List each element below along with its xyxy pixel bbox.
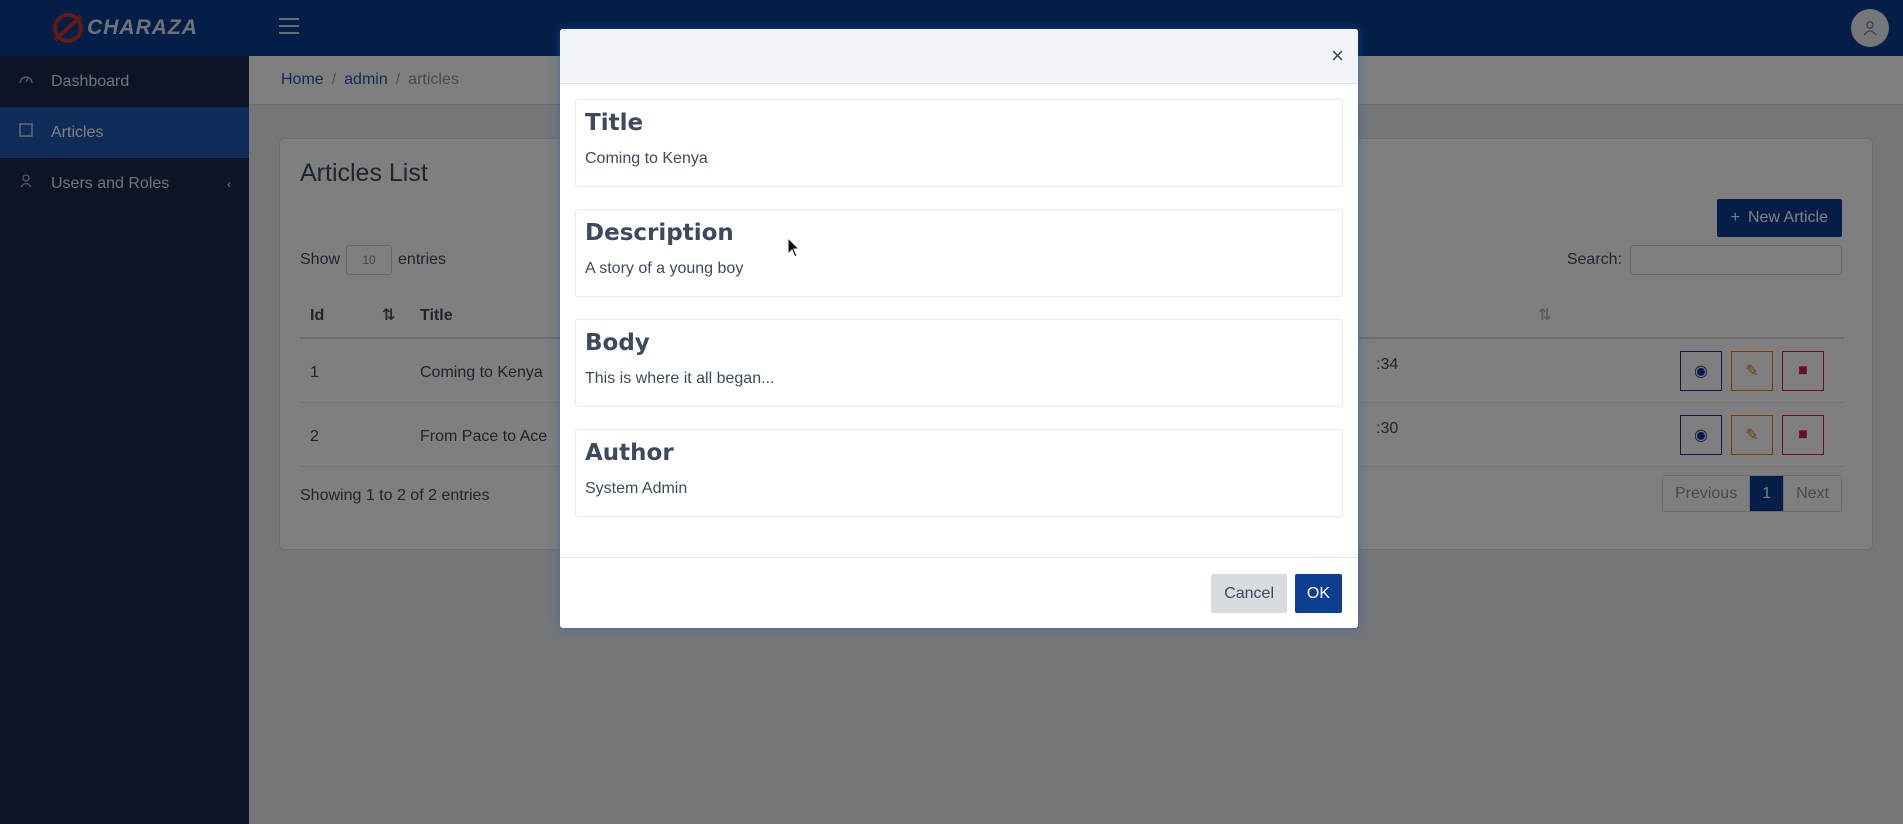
mouse-cursor-icon	[787, 237, 801, 258]
ok-button[interactable]: OK	[1294, 574, 1342, 613]
field-value: This is where it all began...	[585, 370, 775, 387]
close-icon[interactable]: ×	[1331, 45, 1344, 67]
field-description: Description A story of a young boy	[575, 209, 1343, 297]
field-author: Author System Admin	[575, 429, 1343, 517]
article-details-modal: × Title Coming to Kenya Description A st…	[560, 29, 1358, 628]
field-heading: Description	[585, 220, 734, 246]
field-heading: Author	[585, 440, 674, 466]
modal-body: Title Coming to Kenya Description A stor…	[560, 84, 1358, 517]
field-heading: Body	[585, 330, 650, 356]
field-heading: Title	[585, 110, 644, 136]
field-value: A story of a young boy	[585, 260, 744, 277]
field-body: Body This is where it all began...	[575, 319, 1343, 407]
modal-footer: Cancel OK	[560, 557, 1358, 628]
field-title: Title Coming to Kenya	[575, 99, 1343, 187]
field-value: Coming to Kenya	[585, 150, 708, 167]
modal-header: ×	[560, 29, 1358, 84]
field-value: System Admin	[585, 480, 688, 497]
cancel-button[interactable]: Cancel	[1211, 574, 1287, 613]
